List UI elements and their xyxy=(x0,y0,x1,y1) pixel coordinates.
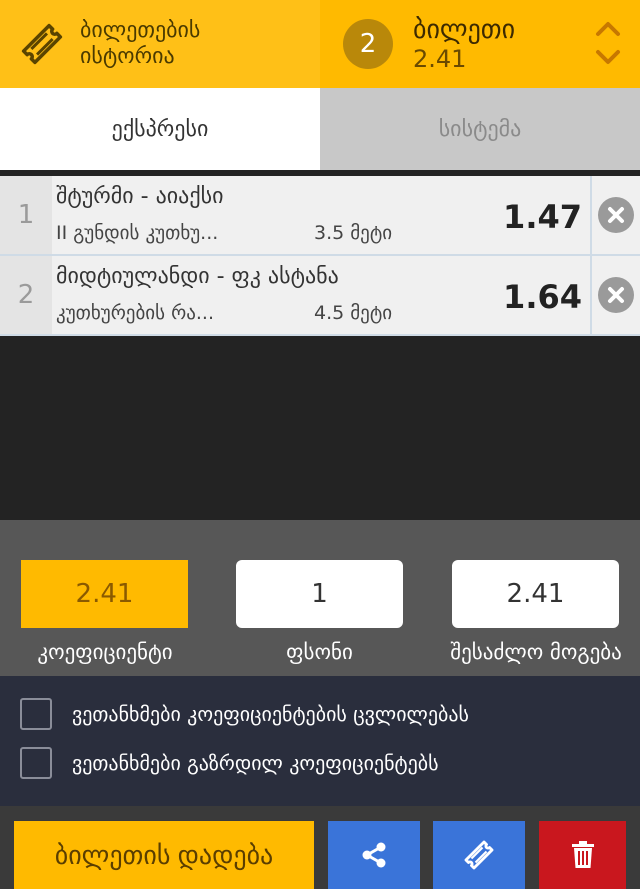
ticket-count-badge: 2 xyxy=(343,19,393,69)
accept-boosted-odds-option[interactable]: ვეთანხმები გაზრდილ კოეფიციენტებს xyxy=(20,747,439,779)
event-market: II გუნდის კუთხუ... xyxy=(56,222,219,244)
share-button[interactable] xyxy=(328,821,420,889)
accept-boosted-odds-checkbox[interactable] xyxy=(20,747,52,779)
total-odds-value: 2.41 xyxy=(21,560,188,628)
event-odds: 1.47 xyxy=(503,198,582,236)
delete-betslip-button[interactable] xyxy=(539,821,626,889)
event-list: 1 შტურმი - აიაქსი II გუნდის კუთხუ... 3.5… xyxy=(0,176,640,336)
event-outcome: 3.5 მეტი xyxy=(314,222,393,244)
ticket-icon xyxy=(464,840,494,870)
tab-system[interactable]: სისტემა xyxy=(320,88,640,170)
stake-input[interactable]: 1 xyxy=(236,560,403,628)
event-number: 1 xyxy=(0,176,52,254)
event-row: 2 მიდტიულანდი - ფკ ასტანა კუთხურების რა.… xyxy=(0,256,640,336)
possible-win-label: შესაძლო მოგება xyxy=(450,640,622,664)
place-bet-button[interactable]: ბილეთის დადება xyxy=(14,821,314,889)
share-icon xyxy=(362,842,386,868)
event-market: კუთხურების რა... xyxy=(56,302,214,324)
event-row: 1 შტურმი - აიაქსი II გუნდის კუთხუ... 3.5… xyxy=(0,176,640,256)
odds-label: კოეფიციენტი xyxy=(37,640,173,664)
ticket-icon xyxy=(21,23,63,65)
header: ბილეთების ისტორია 2 ბილეთი 2.41 xyxy=(0,0,640,88)
stake-label: ფსონი xyxy=(286,640,353,664)
betslip-title: ბილეთი xyxy=(413,15,516,45)
ticket-code-button[interactable] xyxy=(433,821,525,889)
trash-icon xyxy=(571,841,594,868)
betslip-header[interactable]: 2 ბილეთი 2.41 xyxy=(320,0,640,88)
bet-options: ვეთანხმები კოეფიციენტების ცვლილებას ვეთა… xyxy=(0,676,640,806)
event-outcome: 4.5 მეტი xyxy=(314,302,393,324)
remove-event-button[interactable] xyxy=(592,176,640,254)
tab-express[interactable]: ექსპრესი xyxy=(0,88,320,170)
event-title: შტურმი - აიაქსი xyxy=(56,184,224,209)
action-bar: ბილეთის დადება xyxy=(0,806,640,889)
event-number: 2 xyxy=(0,256,52,334)
close-icon xyxy=(598,277,634,313)
event-details[interactable]: შტურმი - აიაქსი II გუნდის კუთხუ... 3.5 მ… xyxy=(52,176,592,254)
accept-boosted-odds-label: ვეთანხმები გაზრდილ კოეფიციენტებს xyxy=(72,751,439,775)
accept-odds-changes-label: ვეთანხმები კოეფიციენტების ცვლილებას xyxy=(72,702,469,726)
possible-win-value: 2.41 xyxy=(452,560,619,628)
bet-type-tabs: ექსპრესი სისტემა xyxy=(0,88,640,170)
event-details[interactable]: მიდტიულანდი - ფკ ასტანა კუთხურების რა...… xyxy=(52,256,592,334)
event-title: მიდტიულანდი - ფკ ასტანა xyxy=(56,264,339,289)
accept-odds-changes-option[interactable]: ვეთანხმები კოეფიციენტების ცვლილებას xyxy=(20,698,469,730)
accept-odds-changes-checkbox[interactable] xyxy=(20,698,52,730)
remove-event-button[interactable] xyxy=(592,256,640,334)
ticket-history-button[interactable]: ბილეთების ისტორია xyxy=(0,0,320,88)
close-icon xyxy=(598,197,634,233)
ticket-history-label: ბილეთების ისტორია xyxy=(80,18,201,69)
event-odds: 1.64 xyxy=(503,278,582,316)
betslip-total-odds: 2.41 xyxy=(413,45,467,73)
expand-collapse-arrows-icon[interactable] xyxy=(594,18,622,68)
bet-summary: 2.41 1 2.41 კოეფიციენტი ფსონი შესაძლო მო… xyxy=(0,520,640,676)
